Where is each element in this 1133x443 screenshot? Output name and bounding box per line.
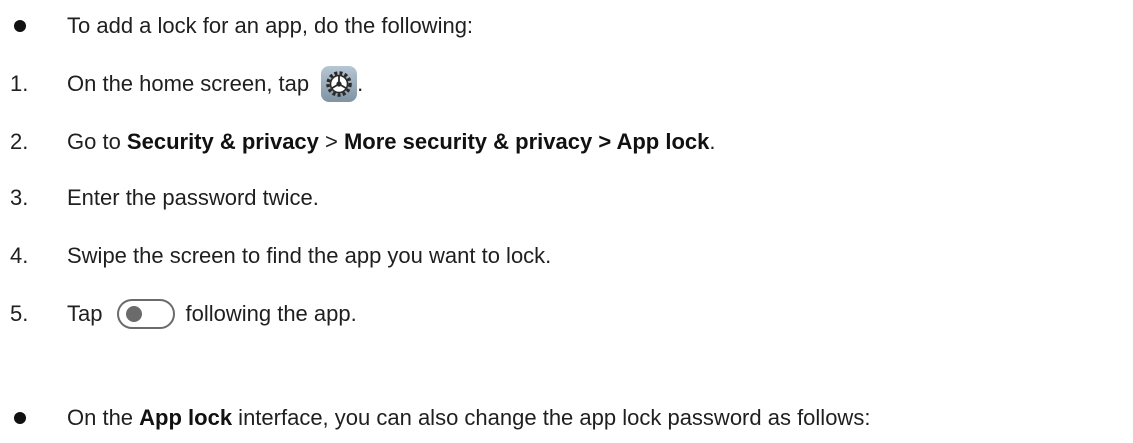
settings-gear-icon <box>321 66 358 102</box>
item-text-row: Go to Security & privacy > More security… <box>67 129 715 155</box>
item-text: Enter the password twice. <box>67 185 319 210</box>
step-number: 5. <box>10 301 29 326</box>
toggle-switch-off-icon <box>117 299 176 329</box>
step-number: 4. <box>10 243 29 268</box>
item-text: On the home screen, tap <box>67 71 310 96</box>
item-text-suffix: interface, you can also change the app l… <box>232 405 871 430</box>
item-text: Swipe the screen to find the app you wan… <box>67 243 552 268</box>
menu-path-security-privacy: Security & privacy <box>126 129 319 154</box>
step-number: 3. <box>10 185 29 210</box>
item-text: On the <box>67 405 140 430</box>
path-separator: > <box>318 129 344 154</box>
item-text-row: Tap following the app. <box>67 299 357 329</box>
item-text-suffix: . <box>709 129 716 154</box>
bullet-icon <box>14 412 26 424</box>
item-text-row: On the home screen, tap . <box>67 66 363 102</box>
step-number: 1. <box>10 71 29 96</box>
item-text-suffix: . <box>357 71 364 96</box>
bullet-icon <box>14 20 26 32</box>
item-text: Tap <box>67 301 103 326</box>
step-number: 2. <box>10 129 29 154</box>
item-text-suffix: following the app. <box>185 301 357 326</box>
toggle-knob <box>126 306 143 322</box>
item-text: To add a lock for an app, do the followi… <box>67 13 474 38</box>
item-text: Go to <box>67 129 127 154</box>
item-text-row: On the App lock interface, you can also … <box>67 405 870 431</box>
app-lock-term: App lock <box>139 405 233 430</box>
menu-path-app-lock: More security & privacy > App lock <box>343 129 710 154</box>
